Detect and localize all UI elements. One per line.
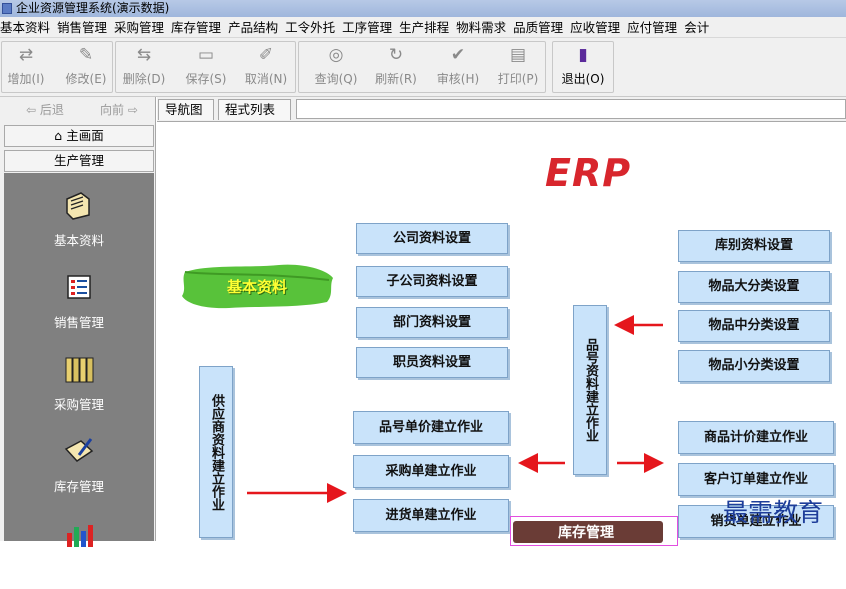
menu-item-accounting[interactable]: 会计 xyxy=(684,17,716,37)
query-button[interactable]: ◎ 查询(Q) xyxy=(308,42,364,92)
menu-bar: 基本资料 销售管理 采购管理 库存管理 产品结构 工令外托 工序管理 生产排程 物料需求 品质管理… xyxy=(0,17,846,38)
module-inventory[interactable]: 库存管理 xyxy=(4,427,154,507)
delete-button[interactable]: ⇆ 删除(D) xyxy=(118,42,170,92)
delete-icon: ⇆ xyxy=(136,45,152,65)
menu-item-inventory[interactable]: 库存管理 xyxy=(171,17,228,37)
nav-row: ⇦ 后退 向前 ⇨ xyxy=(4,99,154,121)
app-icon xyxy=(2,3,12,14)
check-icon: ✔ xyxy=(450,45,466,65)
module-production[interactable] xyxy=(4,509,154,589)
module-purchase[interactable]: 采购管理 xyxy=(4,345,154,425)
refresh-icon: ↻ xyxy=(388,45,404,65)
printer-icon: ▤ xyxy=(509,45,527,65)
binders-icon xyxy=(65,357,94,383)
menu-item-quality[interactable]: 品质管理 xyxy=(513,17,570,37)
cancel-icon: ✐ xyxy=(258,45,274,65)
tab-strip: 导航图 程式列表 xyxy=(157,97,846,121)
refresh-button[interactable]: ↻ 刷新(R) xyxy=(368,42,424,92)
tab-program-list[interactable]: 程式列表 xyxy=(218,99,291,120)
menu-item-product-structure[interactable]: 产品结构 xyxy=(228,17,285,37)
navigation-diagram: ERP 基本资料 公司资料设置 子公司资料设置 部门资料设置 职员资料设置 品号… xyxy=(157,121,846,546)
binoculars-icon: ◎ xyxy=(328,45,344,65)
save-icon: ▭ xyxy=(197,45,215,65)
flow-arrows xyxy=(247,315,664,503)
arrow-right-icon: ⇨ xyxy=(124,103,138,117)
menu-item-basic[interactable]: 基本资料 xyxy=(0,17,57,37)
menu-item-sales[interactable]: 销售管理 xyxy=(57,17,114,37)
folder-icon xyxy=(66,192,90,220)
list-icon xyxy=(67,275,91,299)
save-button[interactable]: ▭ 保存(S) xyxy=(180,42,232,92)
tab-navigation-map[interactable]: 导航图 xyxy=(158,99,214,120)
edit-button[interactable]: ✎ 修改(E) xyxy=(60,42,112,92)
notebook-icon xyxy=(64,438,94,462)
menu-item-outsourcing[interactable]: 工令外托 xyxy=(285,17,342,37)
exit-button[interactable]: ▮ 退出(O) xyxy=(556,42,610,92)
section-header[interactable]: 生产管理 xyxy=(4,150,154,172)
home-button[interactable]: ⌂ 主画面 xyxy=(4,125,154,147)
home-icon: ⌂ xyxy=(54,128,67,143)
window-title: 企业资源管理系统(演示数据) xyxy=(16,1,170,15)
menu-item-mrp[interactable]: 物料需求 xyxy=(456,17,513,37)
left-panel: ⇦ 后退 向前 ⇨ ⌂ 主画面 生产管理 基本资料 销售管理 采购管理 库存管理 xyxy=(0,97,156,547)
menu-item-scheduling[interactable]: 生产排程 xyxy=(399,17,456,37)
menu-item-purchase[interactable]: 采购管理 xyxy=(114,17,171,37)
add-button[interactable]: ⇄ 增加(I) xyxy=(3,42,49,92)
menu-item-payable[interactable]: 应付管理 xyxy=(627,17,684,37)
exit-icon: ▮ xyxy=(578,45,588,65)
inventory-management-node[interactable]: 库存管理 xyxy=(510,516,678,546)
tab-address-field xyxy=(296,99,846,119)
edit-icon: ✎ xyxy=(78,45,94,65)
arrow-left-icon: ⇦ xyxy=(26,103,40,117)
print-button[interactable]: ▤ 打印(P) xyxy=(490,42,546,92)
menu-item-process[interactable]: 工序管理 xyxy=(342,17,399,37)
approve-button[interactable]: ✔ 审核(H) xyxy=(430,42,486,92)
menu-item-receivable[interactable]: 应收管理 xyxy=(570,17,627,37)
add-icon: ⇄ xyxy=(18,45,34,65)
module-basic[interactable]: 基本资料 xyxy=(4,181,154,261)
toolbar: ⇄ 增加(I) ✎ 修改(E) ⇆ 删除(D) ▭ 保存(S) ✐ 取消(N) ◎ 查询(Q… xyxy=(0,38,846,97)
back-button[interactable]: ⇦ 后退 xyxy=(12,99,78,121)
watermark: 最需教育 xyxy=(723,498,824,527)
module-sales[interactable]: 销售管理 xyxy=(4,263,154,343)
forward-button[interactable]: 向前 ⇨ xyxy=(86,99,152,121)
title-bar: 企业资源管理系统(演示数据) xyxy=(0,0,846,17)
chart-icon xyxy=(67,525,93,547)
module-list: 基本资料 销售管理 采购管理 库存管理 xyxy=(4,173,154,547)
cancel-button[interactable]: ✐ 取消(N) xyxy=(240,42,292,92)
